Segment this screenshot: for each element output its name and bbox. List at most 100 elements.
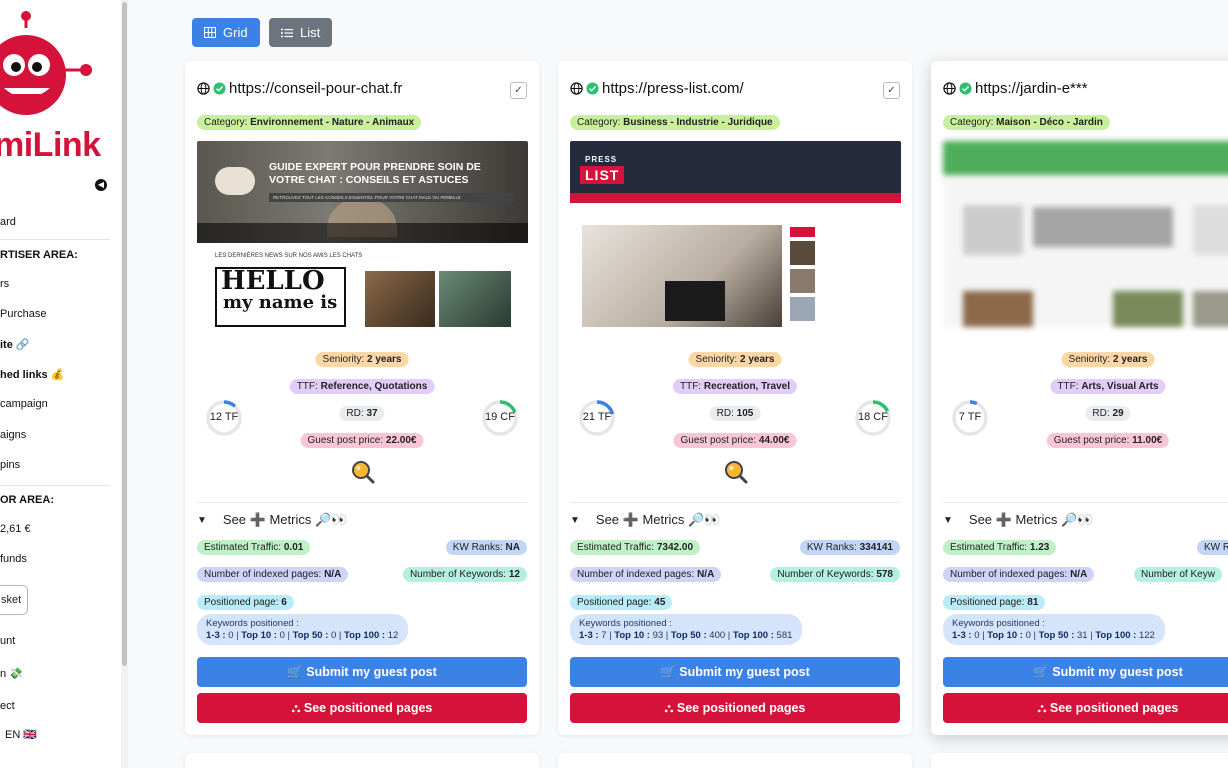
- sidebar-item[interactable]: EN 🇬🇧: [5, 728, 37, 741]
- site-card: https://conseil-pour-chat.fr ✓ Category:…: [185, 61, 539, 735]
- sidebar-item[interactable]: n 💸: [0, 667, 23, 680]
- sidebar-item[interactable]: aigns: [0, 429, 26, 441]
- sidebar-item[interactable]: 2,61 €: [0, 523, 31, 535]
- card-divider: [197, 502, 527, 503]
- indexed-pages-badge: Number of indexed pages: N/A: [570, 567, 722, 582]
- thumb-hello: HELLO: [221, 267, 325, 296]
- caret-down-icon: ▼: [570, 514, 580, 526]
- select-site-checkbox[interactable]: ✓: [510, 82, 527, 99]
- sidebar-item[interactable]: pins: [0, 459, 20, 471]
- keywords-positioned-box: Keywords positioned : 1-3 : 7 | Top 10 :…: [570, 614, 803, 645]
- caret-down-icon: ▼: [943, 514, 953, 526]
- sidebar-item[interactable]: rs: [0, 278, 9, 290]
- sidebar-item[interactable]: funds: [0, 553, 27, 565]
- see-metrics-label: See ➕ Metrics 🔎👀: [968, 512, 1094, 527]
- list-view-label: List: [300, 25, 321, 40]
- site-card: [558, 753, 912, 768]
- search-icon[interactable]: [723, 459, 749, 485]
- submit-guest-post-button[interactable]: 🛒 Submit my guest post: [197, 657, 527, 687]
- verified-check-icon: [959, 82, 972, 95]
- category-badge: Category: Maison - Déco - Jardin: [943, 115, 1110, 130]
- traffic-badge: Estimated Traffic: 1.23: [943, 540, 1057, 555]
- rd-badge: RD: 37: [339, 406, 385, 421]
- positioned-pages-badge: Positioned page: 81: [943, 595, 1046, 610]
- site-preview-thumbnail[interactable]: PRESS LIST: [570, 141, 901, 327]
- site-url-row[interactable]: https://conseil-pour-chat.fr: [197, 80, 402, 97]
- sidebar-item[interactable]: ite 🔗: [0, 338, 30, 351]
- basket-button[interactable]: sket: [0, 585, 28, 615]
- thumb-logo-press: PRESS: [585, 155, 618, 164]
- cart-icon: 🛒: [660, 665, 676, 679]
- sidebar-item[interactable]: ard: [0, 216, 16, 228]
- traffic-badge: Estimated Traffic: 7342.00: [570, 540, 701, 555]
- price-badge: Guest post price: 22.00€: [300, 433, 424, 448]
- thumb-logo-list: LIST: [580, 166, 625, 184]
- see-positioned-pages-button[interactable]: ⛬ See positioned pages: [197, 693, 527, 723]
- thumb-subtitle: RETROUVEZ TOUT LES CONSEILS ESSENTIEL PO…: [269, 193, 514, 202]
- site-url-row[interactable]: https://jardin-e***: [943, 80, 1088, 97]
- positioned-pages-badge: Positioned page: 45: [570, 595, 673, 610]
- keywords-count-badge: Number of Keywords: 578: [770, 567, 900, 582]
- card-divider: [570, 502, 900, 503]
- see-more-metrics-toggle[interactable]: ▼ See ➕ Metrics 🔎👀: [570, 512, 720, 528]
- scrollbar-thumb[interactable]: [122, 2, 127, 666]
- grid-view-button[interactable]: Grid: [192, 18, 260, 47]
- seniority-badge: Seniority: 2 years: [315, 352, 409, 367]
- rd-badge: RD: 105: [709, 406, 761, 421]
- see-positioned-pages-button[interactable]: ⛬ See positioned pages: [570, 693, 900, 723]
- sidebar-item[interactable]: Purchase: [0, 308, 46, 320]
- verified-check-icon: [586, 82, 599, 95]
- site-card: [185, 753, 539, 768]
- site-preview-thumbnail[interactable]: [943, 141, 1228, 327]
- see-more-metrics-toggle[interactable]: ▼ See ➕ Metrics 🔎👀: [943, 512, 1093, 528]
- thumb-name: my name is: [223, 292, 338, 313]
- card-divider: [943, 502, 1228, 503]
- submit-guest-post-button[interactable]: 🛒 Submit my guest post: [570, 657, 900, 687]
- grid-view-label: Grid: [223, 25, 248, 40]
- kw-ranks-badge: KW Ra: [1197, 540, 1228, 555]
- indexed-pages-badge: Number of indexed pages: N/A: [197, 567, 349, 582]
- keywords-count-badge: Number of Keywords: 12: [402, 567, 527, 582]
- sidebar-item[interactable]: OR AREA:: [0, 494, 54, 506]
- seniority-badge: Seniority: 2 years: [688, 352, 782, 367]
- price-badge: Guest post price: 44.00€: [673, 433, 797, 448]
- site-card: https://jardin-e*** ✓ Category: Maison -…: [931, 61, 1228, 735]
- sidebar-item[interactable]: campaign: [0, 398, 48, 410]
- price-badge: Guest post price: 11.00€: [1046, 433, 1170, 448]
- globe-icon: [943, 82, 956, 95]
- trust-flow-value: 7 TF: [958, 411, 982, 423]
- submit-guest-post-button[interactable]: 🛒 Submit my guest post: [943, 657, 1228, 687]
- site-url-row[interactable]: https://press-list.com/: [570, 80, 744, 97]
- sidebar-scrollbar[interactable]: [121, 0, 128, 768]
- sidebar-divider: [0, 485, 110, 486]
- site-url[interactable]: https://press-list.com/: [602, 80, 744, 97]
- caret-down-icon: ▼: [197, 514, 207, 526]
- positioned-pages-badge: Positioned page: 6: [197, 595, 294, 610]
- see-positioned-pages-button[interactable]: ⛬ See positioned pages: [943, 693, 1228, 723]
- site-card: [931, 753, 1228, 768]
- sidebar-item[interactable]: ect: [0, 700, 15, 712]
- globe-icon: [197, 82, 210, 95]
- category-badge: Category: Environnement - Nature - Anima…: [197, 115, 422, 130]
- see-more-metrics-toggle[interactable]: ▼ See ➕ Metrics 🔎👀: [197, 512, 347, 528]
- list-view-button[interactable]: List: [269, 18, 333, 47]
- trust-flow-value: 12 TF: [209, 411, 239, 423]
- thumb-news-heading: LES DERNIÈRES NEWS SUR NOS AMIS LES CHAT…: [215, 253, 363, 259]
- seniority-badge: Seniority: 2 years: [1061, 352, 1155, 367]
- sidebar-item[interactable]: RTISER AREA:: [0, 249, 78, 261]
- sidebar-item[interactable]: unt: [0, 635, 15, 647]
- globe-icon: [570, 82, 583, 95]
- trust-flow-value: 21 TF: [582, 411, 612, 423]
- select-site-checkbox[interactable]: ✓: [883, 82, 900, 99]
- site-preview-thumbnail[interactable]: GUIDE EXPERT POUR PRENDRE SOIN DE VOTRE …: [197, 141, 528, 327]
- citation-flow-value: 18 CF: [858, 411, 888, 423]
- collapse-sidebar-button[interactable]: ◀: [95, 179, 107, 191]
- site-url[interactable]: https://conseil-pour-chat.fr: [229, 80, 402, 97]
- search-icon[interactable]: [350, 459, 376, 485]
- site-url[interactable]: https://jardin-e***: [975, 80, 1088, 97]
- sidebar-item[interactable]: hed links 💰: [0, 368, 64, 381]
- robot-logo-icon[interactable]: [0, 10, 96, 125]
- brand-name: miLink: [0, 126, 101, 164]
- indexed-pages-badge: Number of indexed pages: N/A: [943, 567, 1095, 582]
- see-metrics-label: See ➕ Metrics 🔎👀: [222, 512, 348, 527]
